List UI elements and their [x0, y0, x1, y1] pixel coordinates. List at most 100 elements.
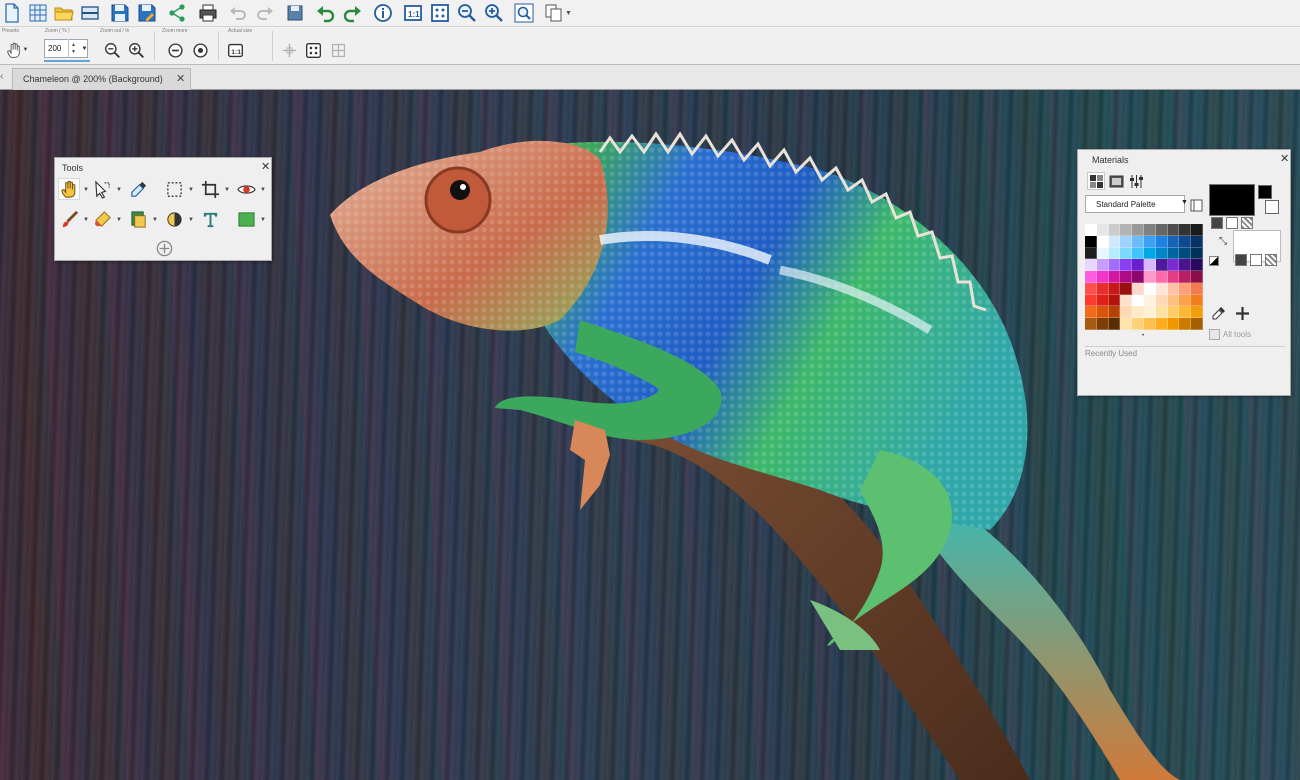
- color-swatch[interactable]: [1167, 271, 1180, 283]
- color-swatch[interactable]: [1132, 235, 1144, 248]
- zoom-more-out-button[interactable]: [165, 40, 185, 60]
- color-swatch[interactable]: [1191, 224, 1203, 236]
- color-swatch[interactable]: [1085, 271, 1097, 283]
- color-swatch[interactable]: [1108, 318, 1121, 330]
- reset-colors-icon[interactable]: [1209, 256, 1219, 266]
- color-swatch-grid[interactable]: [1085, 224, 1203, 330]
- crosshair-button[interactable]: [279, 40, 299, 60]
- color-swatch[interactable]: [1179, 224, 1192, 236]
- fg-style-pattern-icon[interactable]: [1241, 217, 1253, 229]
- color-swatch[interactable]: [1155, 294, 1168, 307]
- close-icon[interactable]: ✕: [1280, 152, 1289, 165]
- grid-button[interactable]: [26, 1, 50, 25]
- color-swatch[interactable]: [1179, 318, 1192, 330]
- color-swatch[interactable]: [1179, 271, 1192, 283]
- redo-history-button[interactable]: [253, 1, 277, 25]
- close-icon[interactable]: ✕: [176, 72, 185, 85]
- color-swatch[interactable]: [1167, 294, 1180, 307]
- actual-size-button[interactable]: 1:1: [401, 1, 425, 25]
- color-picker-button[interactable]: [1209, 304, 1227, 322]
- color-swatch[interactable]: [1155, 259, 1168, 272]
- tool-selection[interactable]: [163, 178, 185, 200]
- color-swatch[interactable]: [1155, 224, 1168, 236]
- chevron-down-icon[interactable]: ▼: [260, 217, 266, 223]
- tool-eraser[interactable]: [91, 208, 113, 230]
- color-swatch[interactable]: [1167, 306, 1180, 319]
- color-swatch[interactable]: [1108, 224, 1121, 236]
- color-swatch[interactable]: [1085, 306, 1097, 319]
- color-swatch[interactable]: [1132, 224, 1144, 236]
- color-swatch[interactable]: [1144, 306, 1156, 319]
- zoom-dropdown-button[interactable]: ▼: [80, 39, 89, 58]
- color-swatch[interactable]: [1108, 282, 1121, 295]
- gradient-tab[interactable]: [1107, 172, 1125, 190]
- zoom-spinner[interactable]: ▲ ▼: [68, 39, 78, 58]
- open-button[interactable]: [52, 1, 76, 25]
- adjust-tab[interactable]: [1127, 172, 1145, 190]
- color-swatch[interactable]: [1096, 259, 1109, 272]
- color-swatch[interactable]: [1096, 247, 1109, 260]
- chevron-down-icon[interactable]: ▼: [224, 187, 230, 193]
- bg-style-color-icon[interactable]: [1235, 254, 1247, 266]
- color-swatch[interactable]: [1155, 318, 1168, 330]
- color-swatch[interactable]: [1167, 259, 1180, 272]
- zoom-rect-button[interactable]: [512, 1, 536, 25]
- color-swatch[interactable]: [1132, 259, 1144, 272]
- chevron-down-icon[interactable]: ▼: [83, 217, 89, 223]
- color-swatch[interactable]: [1096, 271, 1109, 283]
- zoom-more-in-button[interactable]: [190, 40, 210, 60]
- color-swatch[interactable]: [1179, 235, 1192, 248]
- bg-style-gradient-icon[interactable]: [1250, 254, 1262, 266]
- color-swatch[interactable]: [1167, 318, 1180, 330]
- color-swatch[interactable]: [1132, 271, 1144, 283]
- color-swatch[interactable]: [1132, 282, 1144, 295]
- color-swatch[interactable]: [1132, 247, 1144, 260]
- color-swatch[interactable]: [1167, 224, 1180, 236]
- color-swatch[interactable]: [1144, 271, 1156, 283]
- color-swatch[interactable]: [1085, 247, 1097, 260]
- option-zoom-in-button[interactable]: [126, 40, 146, 60]
- color-swatch[interactable]: [1120, 224, 1133, 236]
- color-swatch[interactable]: [1120, 282, 1133, 295]
- color-swatch[interactable]: [1191, 282, 1203, 295]
- color-swatch[interactable]: [1132, 318, 1144, 330]
- color-swatch[interactable]: [1191, 294, 1203, 307]
- tab-chameleon-document[interactable]: Chameleon @ 200% (Background) ✕: [12, 68, 191, 90]
- color-swatch[interactable]: [1096, 318, 1109, 330]
- color-swatch[interactable]: [1108, 235, 1121, 248]
- save-button[interactable]: [108, 1, 132, 25]
- color-swatch[interactable]: [1085, 318, 1097, 330]
- color-swatch[interactable]: [1120, 259, 1133, 272]
- color-swatch[interactable]: [1120, 235, 1133, 248]
- tool-crop[interactable]: [199, 178, 221, 200]
- zoom-in-button[interactable]: [482, 1, 506, 25]
- small-background-swatch[interactable]: [1265, 200, 1279, 214]
- color-swatch[interactable]: [1155, 247, 1168, 260]
- chevron-down-icon[interactable]: ▼: [83, 187, 89, 193]
- color-swatch[interactable]: [1191, 235, 1203, 248]
- color-swatch[interactable]: [1155, 271, 1168, 283]
- share-button[interactable]: [165, 1, 189, 25]
- tool-pick[interactable]: [91, 178, 113, 200]
- color-swatch[interactable]: [1191, 271, 1203, 283]
- tool-dropper[interactable]: [127, 178, 149, 200]
- tool-clone[interactable]: [127, 208, 149, 230]
- color-swatch[interactable]: [1085, 259, 1097, 272]
- color-swatch[interactable]: [1144, 235, 1156, 248]
- color-swatch[interactable]: [1120, 294, 1133, 307]
- fit-window-button[interactable]: [428, 1, 452, 25]
- center-button[interactable]: [328, 40, 348, 60]
- color-swatch[interactable]: [1108, 306, 1121, 319]
- tool-text[interactable]: [199, 208, 221, 230]
- color-swatch[interactable]: [1155, 306, 1168, 319]
- chevron-down-icon[interactable]: ▼: [116, 187, 122, 193]
- fit-button[interactable]: [303, 40, 323, 60]
- color-swatch[interactable]: [1144, 259, 1156, 272]
- color-swatch[interactable]: [1096, 282, 1109, 295]
- color-swatch[interactable]: [1120, 271, 1133, 283]
- foreground-color-swatch[interactable]: [1209, 184, 1255, 216]
- color-swatch[interactable]: [1167, 282, 1180, 295]
- revert-button[interactable]: [283, 1, 307, 25]
- color-swatch[interactable]: [1191, 306, 1203, 319]
- color-swatch[interactable]: [1144, 318, 1156, 330]
